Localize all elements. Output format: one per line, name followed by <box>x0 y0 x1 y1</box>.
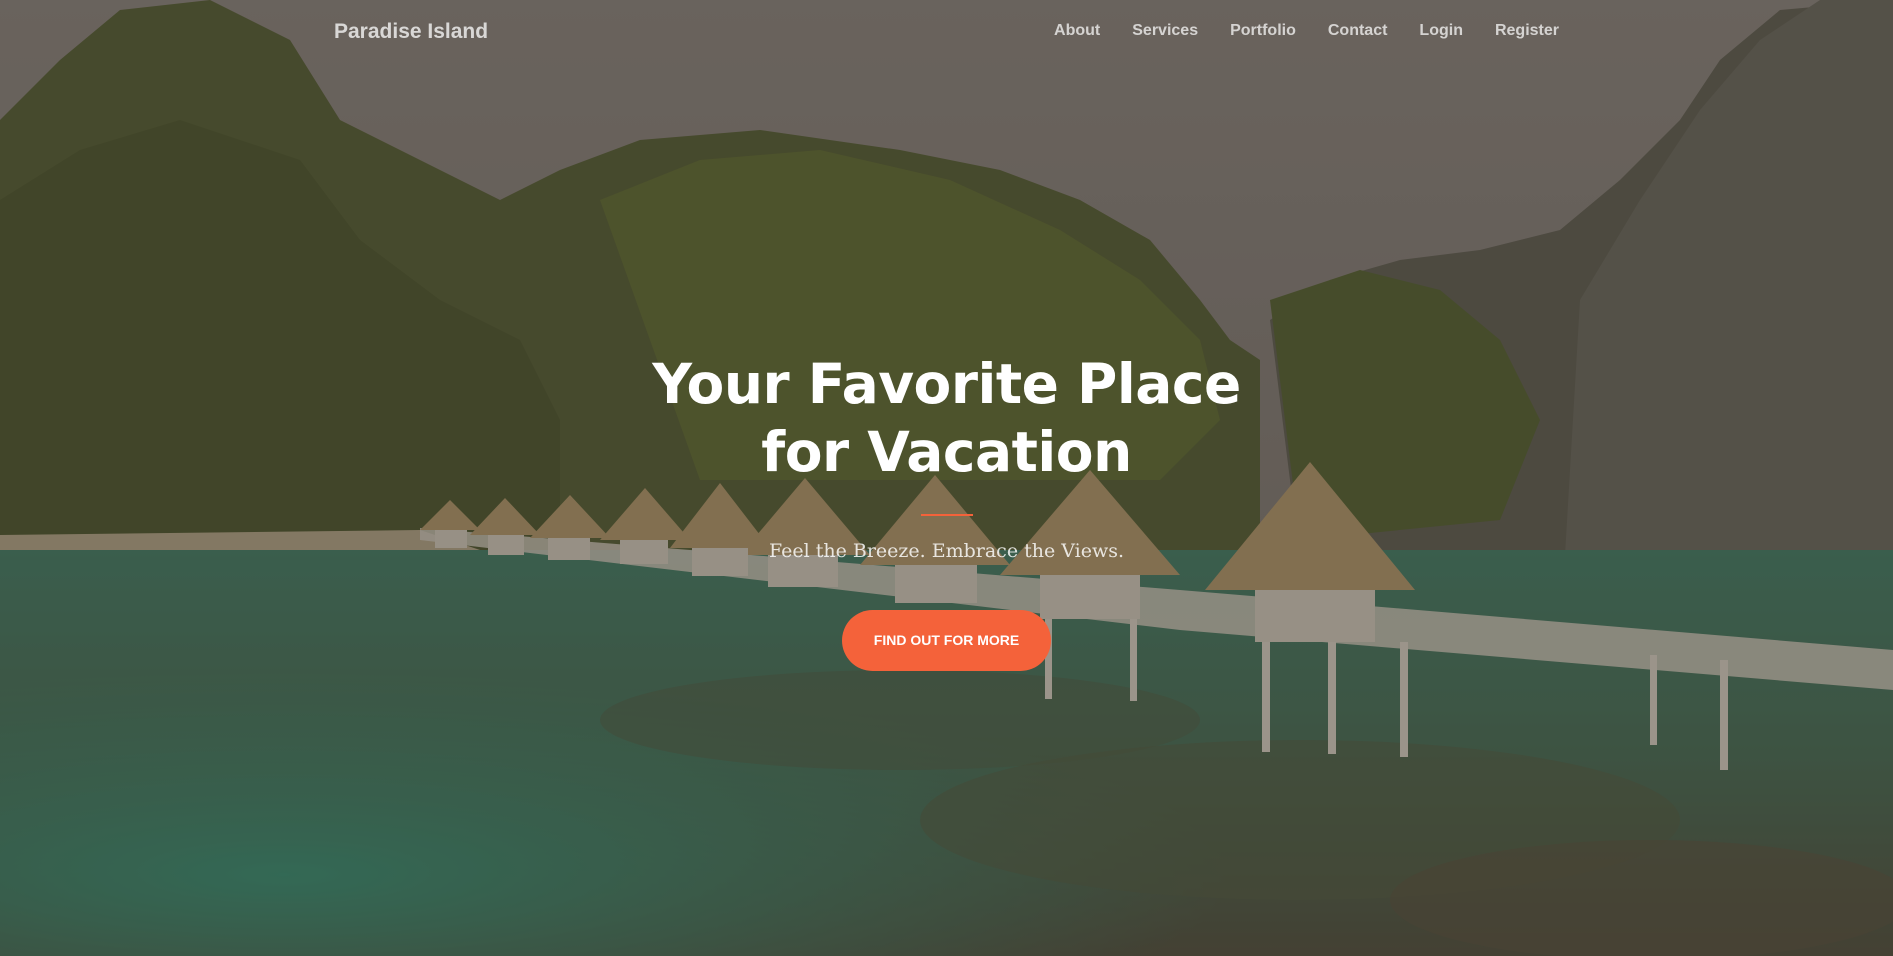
nav-link-login[interactable]: Login <box>1419 22 1463 39</box>
hero-headline: Your Favorite Place for Vacation <box>652 352 1241 484</box>
masthead: Your Favorite Place for Vacation Feel th… <box>0 350 1893 671</box>
nav-link-services[interactable]: Services <box>1132 22 1198 39</box>
nav-link-portfolio[interactable]: Portfolio <box>1230 22 1296 39</box>
top-navbar: Paradise Island About Services Portfolio… <box>0 0 1893 68</box>
nav-link-about[interactable]: About <box>1054 22 1100 39</box>
brand-logo[interactable]: Paradise Island <box>334 20 488 44</box>
headline-divider <box>920 514 973 516</box>
nav-link-register[interactable]: Register <box>1495 22 1559 39</box>
hero-section: Paradise Island About Services Portfolio… <box>0 0 1893 956</box>
nav-menu: About Services Portfolio Contact Login R… <box>1022 22 1559 40</box>
hero-subheading: Feel the Breeze. Embrace the Views. <box>768 540 1125 562</box>
nav-link-contact[interactable]: Contact <box>1328 22 1388 39</box>
find-out-more-button[interactable]: FIND OUT FOR MORE <box>842 610 1051 671</box>
